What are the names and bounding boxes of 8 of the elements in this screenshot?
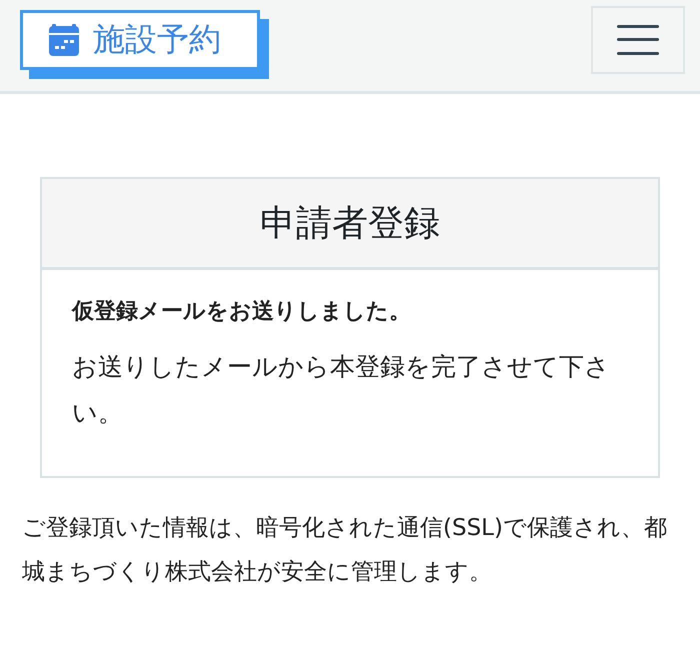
instruction-text: お送りしたメールから本登録を完了させて下さい。	[72, 351, 611, 429]
logo-text: 施設予約	[93, 18, 221, 60]
message-text: 仮登録メールをお送りしました。	[72, 298, 412, 326]
card-title: 申請者登録	[260, 202, 440, 246]
calendar-icon	[49, 24, 79, 56]
menu-icon	[617, 24, 659, 54]
footer-note: ご登録頂いた情報は、暗号化された通信(SSL)で保護され、都城まちづくり株式会社が安全に管理します。	[22, 514, 668, 587]
menu-button[interactable]	[591, 6, 685, 74]
